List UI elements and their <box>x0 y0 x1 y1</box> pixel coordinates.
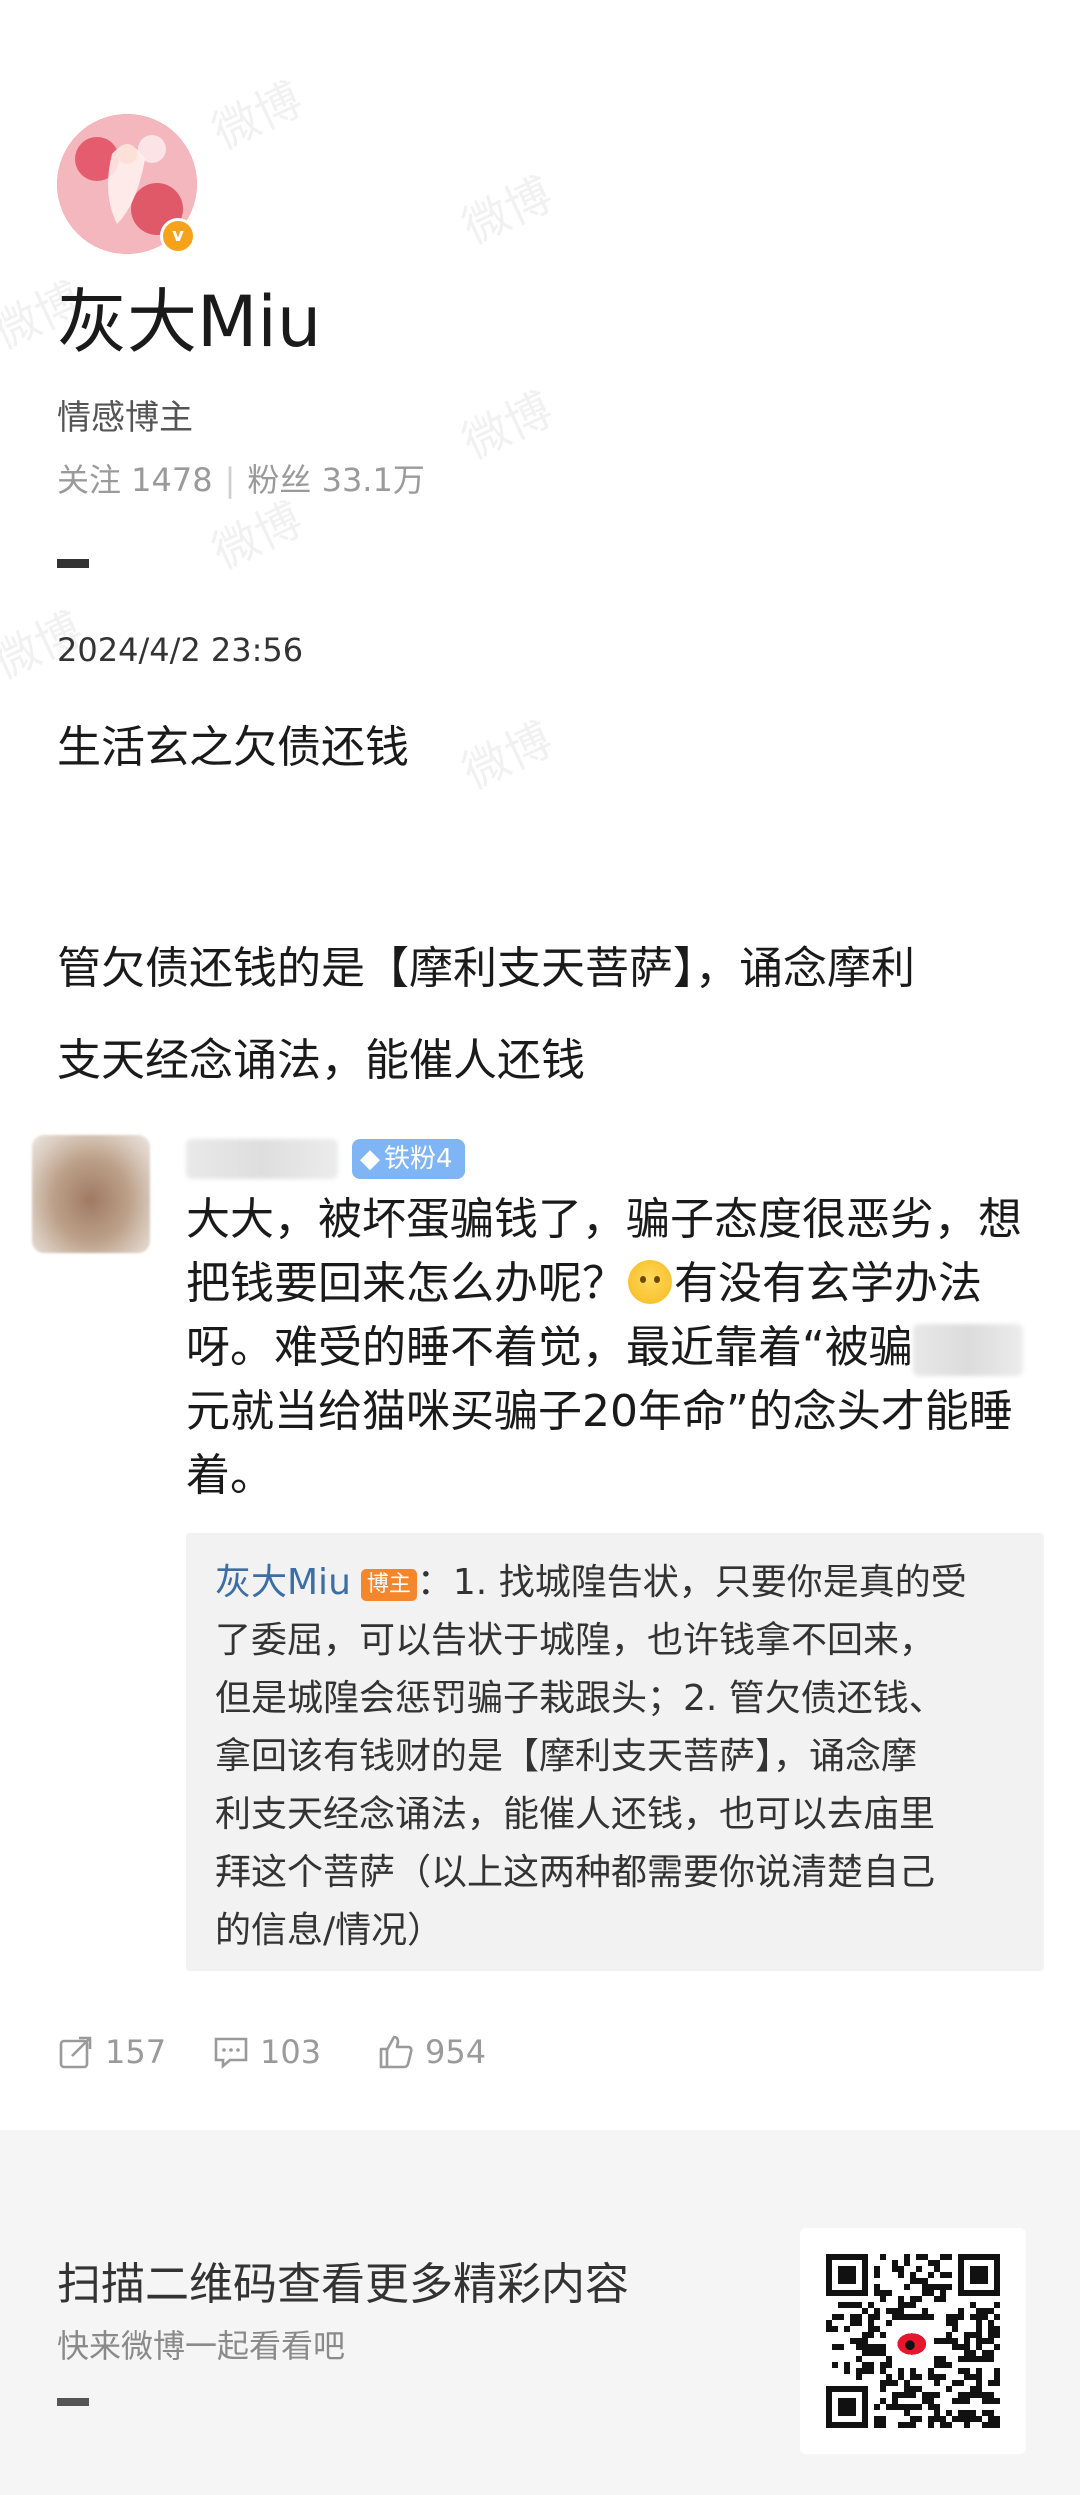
reply-author-link[interactable]: 灰大Miu <box>215 1562 351 1603</box>
profile-bio: 情感博主 <box>57 398 193 438</box>
watermark: 微博 <box>454 381 561 470</box>
author-reply: 灰大Miu 博主 ：1. 找城隍告状，只要你是真的受 了委屈，可以告状于城隍，也许钱… <box>215 1562 967 1951</box>
fan-badge: ◆ 铁粉4 <box>352 1139 465 1179</box>
followers-count[interactable]: 粉丝 33.1万 <box>247 461 424 499</box>
commenter-name-redacted[interactable] <box>186 1139 338 1179</box>
emoji-icon <box>628 1260 672 1304</box>
commenter-avatar[interactable] <box>32 1135 150 1253</box>
post-timestamp: 2024/4/2 23:56 <box>57 631 304 669</box>
comment-button[interactable]: 103 <box>212 2024 321 2080</box>
like-button[interactable]: 954 <box>377 2024 486 2080</box>
qr-code-icon <box>826 2254 1000 2428</box>
author-badge: 博主 <box>360 1569 417 1601</box>
verified-icon: v <box>160 218 196 254</box>
following-count[interactable]: 关注 1478 <box>57 461 213 499</box>
qr-code[interactable] <box>800 2228 1026 2454</box>
post-title: 生活玄之欠债还钱 <box>57 722 409 773</box>
profile-name[interactable]: 灰大Miu <box>57 278 321 366</box>
comment-text: 大大，被坏蛋骗钱了，骗子态度很恶劣，想 把钱要回来怎么办呢？ 有没有玄学办法 呀。… <box>186 1194 1023 1501</box>
watermark: 微博 <box>454 711 561 800</box>
divider <box>57 559 89 568</box>
divider <box>57 2398 89 2406</box>
diamond-icon: ◆ <box>360 1144 380 1174</box>
repost-button[interactable]: 157 <box>57 2024 166 2080</box>
post-body: 管欠债还钱的是【摩利支天菩萨】，诵念摩利 支天经念诵法，能催人还钱 <box>57 910 1037 1120</box>
footer-title: 扫描二维码查看更多精彩内容 <box>57 2259 629 2310</box>
watermark: 微博 <box>454 166 561 255</box>
footer-subtitle: 快来微博一起看看吧 <box>57 2327 346 2365</box>
repost-icon <box>59 2036 92 2069</box>
comment-icon <box>214 2037 248 2069</box>
watermark: 微博 <box>204 71 311 160</box>
profile-stats: 关注 1478 | 粉丝 33.1万 <box>57 461 425 499</box>
like-icon <box>379 2035 413 2069</box>
redacted-amount <box>912 1324 1023 1376</box>
